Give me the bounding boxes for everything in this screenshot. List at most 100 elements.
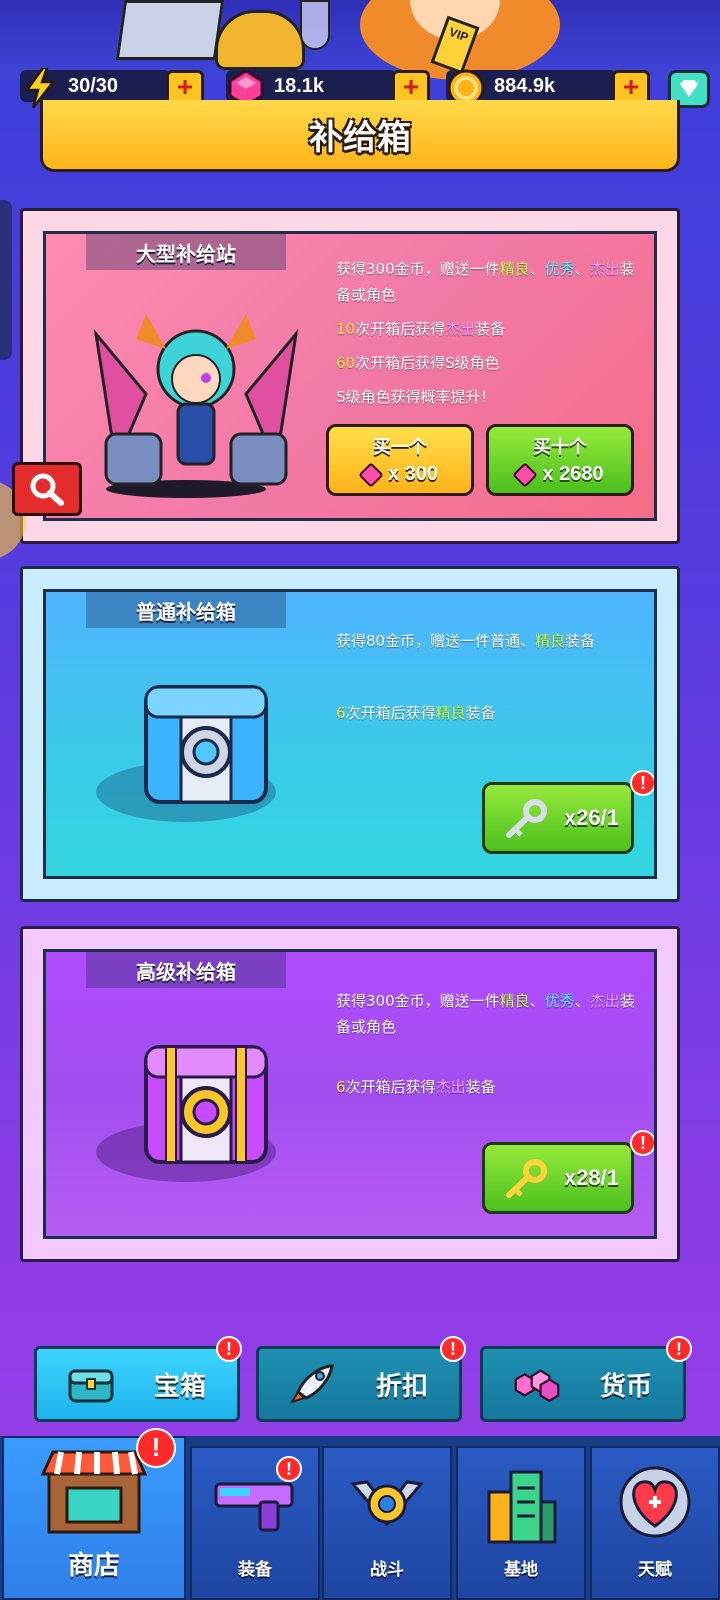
- quality-outstanding: 杰出: [445, 320, 476, 338]
- buy-ten-price: x 2680: [542, 463, 604, 485]
- battle-icon: [350, 1480, 424, 1527]
- side-drawer-handle[interactable]: [0, 200, 12, 360]
- gun-icon: [214, 1482, 294, 1532]
- normal-desc-line2: 6次开箱后获得精良装备: [336, 700, 646, 726]
- desc-text: 装备: [465, 704, 496, 722]
- large-desc-line3: 60次开箱后获得S级角色: [336, 350, 646, 376]
- gem-icon: [512, 461, 539, 488]
- buy-one-price: x 300: [387, 463, 439, 485]
- advanced-desc-line2: 6次开箱后获得杰出装备: [336, 1074, 646, 1100]
- large-supply-description: 获得300金币，赠送一件精良、优秀、杰出装备或角色 10次开箱后获得杰出装备 6…: [336, 256, 646, 418]
- quality-fine: 精良: [535, 632, 566, 650]
- desc-sep: 、: [529, 260, 545, 278]
- open-count: 6: [336, 1078, 346, 1096]
- gold-pile-art: [215, 10, 305, 70]
- normal-supply-description: 获得80金币，赠送一件普通、精良装备 6次开箱后获得精良装备: [336, 628, 646, 734]
- alert-icon: !: [276, 1456, 302, 1482]
- nav-talent[interactable]: 天赋: [590, 1446, 720, 1600]
- buy-ten-button[interactable]: 买十个 x 2680: [486, 424, 634, 496]
- open-normal-chest-button[interactable]: x26/1: [482, 782, 634, 854]
- purple-chest-image: [144, 1045, 268, 1164]
- open-count: 10: [336, 320, 356, 338]
- alert-icon: !: [630, 1130, 654, 1156]
- large-desc-line4: S级角色获得概率提升！: [336, 388, 496, 406]
- normal-desc-line1: 获得80金币，赠送一件普通、精良装备: [336, 628, 646, 654]
- shop-icon: [40, 1450, 148, 1534]
- quality-outstanding: 杰出: [589, 992, 620, 1010]
- nav-equipment-label: 装备: [238, 1560, 272, 1580]
- gem-counter: 18.1k: [226, 69, 396, 107]
- quality-excellent: 优秀: [544, 260, 575, 278]
- page-title: 补给箱: [309, 118, 411, 158]
- normal-supply-card: 普通补给箱 获得80金币，赠送一件普通、精良装备 6次开箱后获得精良装备 x26…: [20, 566, 680, 902]
- silver-key-icon: [506, 799, 547, 838]
- nav-base-label: 基地: [504, 1560, 538, 1580]
- alert-icon: !: [440, 1336, 466, 1362]
- buy-ten-cost: x 2680: [489, 461, 631, 488]
- diamond-icon: [680, 80, 698, 97]
- quality-outstanding: 杰出: [435, 1078, 466, 1096]
- desc-text: 装备: [475, 320, 506, 338]
- gold-key-icon: [506, 1159, 547, 1198]
- tab-chests[interactable]: 宝箱: [34, 1346, 240, 1422]
- gift-box-art: [115, 0, 225, 60]
- advanced-supply-title: 高级补给箱: [86, 952, 286, 988]
- open-advanced-chest-button[interactable]: x28/1: [482, 1142, 634, 1214]
- alert-icon: !: [630, 770, 654, 796]
- alert-icon: !: [666, 1336, 692, 1362]
- tab-discounts[interactable]: 折扣: [256, 1346, 462, 1422]
- desc-text: 装备: [565, 632, 596, 650]
- normal-supply-title: 普通补给箱: [86, 592, 286, 628]
- glass-art: [300, 0, 330, 50]
- buy-ten-label: 买十个: [533, 437, 587, 458]
- base-icon: [487, 1470, 557, 1544]
- quality-fine: 精良: [435, 704, 466, 722]
- alert-icon: !: [136, 1428, 176, 1468]
- tab-currency-label: 货币: [599, 1371, 652, 1402]
- nav-battle[interactable]: 战斗: [322, 1446, 452, 1600]
- large-supply-panel: 大型补给站 获得300金币，赠送一件精良、优秀、杰出装备或角色 10次开箱后获得…: [43, 231, 657, 521]
- search-button[interactable]: [12, 462, 82, 516]
- quality-fine: 精良: [499, 260, 530, 278]
- buy-one-button[interactable]: 买一个 x 300: [326, 424, 474, 496]
- desc-text: 获得80金币，赠送一件普通、: [336, 632, 536, 650]
- tab-discounts-label: 折扣: [375, 1371, 428, 1402]
- desc-sep: 、: [574, 260, 590, 278]
- large-supply-title: 大型补给站: [86, 234, 286, 270]
- desc-text: 装备: [465, 1078, 496, 1096]
- desc-text: 次开箱后获得: [345, 1078, 436, 1096]
- nav-talent-label: 天赋: [638, 1560, 672, 1580]
- desc-text: 次开箱后获得: [345, 704, 436, 722]
- gem-icon: [358, 461, 384, 488]
- desc-text: 次开箱后获得S级角色: [355, 354, 500, 372]
- large-desc-line2: 10次开箱后获得杰出装备: [336, 316, 646, 342]
- nav-shop-label: 商店: [67, 1551, 120, 1581]
- advanced-key-count: x28/1: [563, 1165, 619, 1190]
- nav-base[interactable]: 基地: [456, 1446, 586, 1600]
- nav-battle-label: 战斗: [370, 1560, 404, 1580]
- buy-one-cost: x 300: [329, 461, 471, 488]
- quality-outstanding: 杰出: [589, 260, 620, 278]
- search-icon: [30, 473, 64, 506]
- advanced-supply-panel: 高级补给箱 获得300金币，赠送一件精良、优秀、杰出装备或角色 6次开箱后获得杰…: [43, 949, 657, 1239]
- open-count: 60: [336, 354, 356, 372]
- alert-icon: !: [216, 1336, 242, 1362]
- coin-counter: 884.9k: [446, 69, 616, 107]
- advanced-supply-description: 获得300金币，赠送一件精良、优秀、杰出装备或角色 6次开箱后获得杰出装备: [336, 988, 646, 1108]
- hero-character-image: [93, 314, 299, 486]
- desc-text: 获得300金币，赠送一件: [336, 260, 500, 278]
- page-title-banner: 补给箱: [40, 100, 680, 172]
- talent-icon: [619, 1466, 691, 1538]
- tab-chests-label: 宝箱: [153, 1371, 206, 1402]
- chest-icon: [68, 1364, 114, 1404]
- large-supply-card: 大型补给站 获得300金币，赠送一件精良、优秀、杰出装备或角色 10次开箱后获得…: [20, 208, 680, 544]
- tab-currency[interactable]: 货币: [480, 1346, 686, 1422]
- normal-supply-panel: 普通补给箱 获得80金币，赠送一件普通、精良装备 6次开箱后获得精良装备 x26…: [43, 589, 657, 879]
- quality-excellent: 优秀: [544, 992, 575, 1010]
- gems-icon: [514, 1364, 560, 1404]
- desc-text: 获得300金币，赠送一件: [336, 992, 500, 1010]
- normal-key-count: x26/1: [563, 805, 619, 830]
- desc-sep: 、: [529, 992, 545, 1010]
- advanced-supply-card: 高级补给箱 获得300金币，赠送一件精良、优秀、杰出装备或角色 6次开箱后获得杰…: [20, 926, 680, 1262]
- rocket-icon: [289, 1364, 336, 1404]
